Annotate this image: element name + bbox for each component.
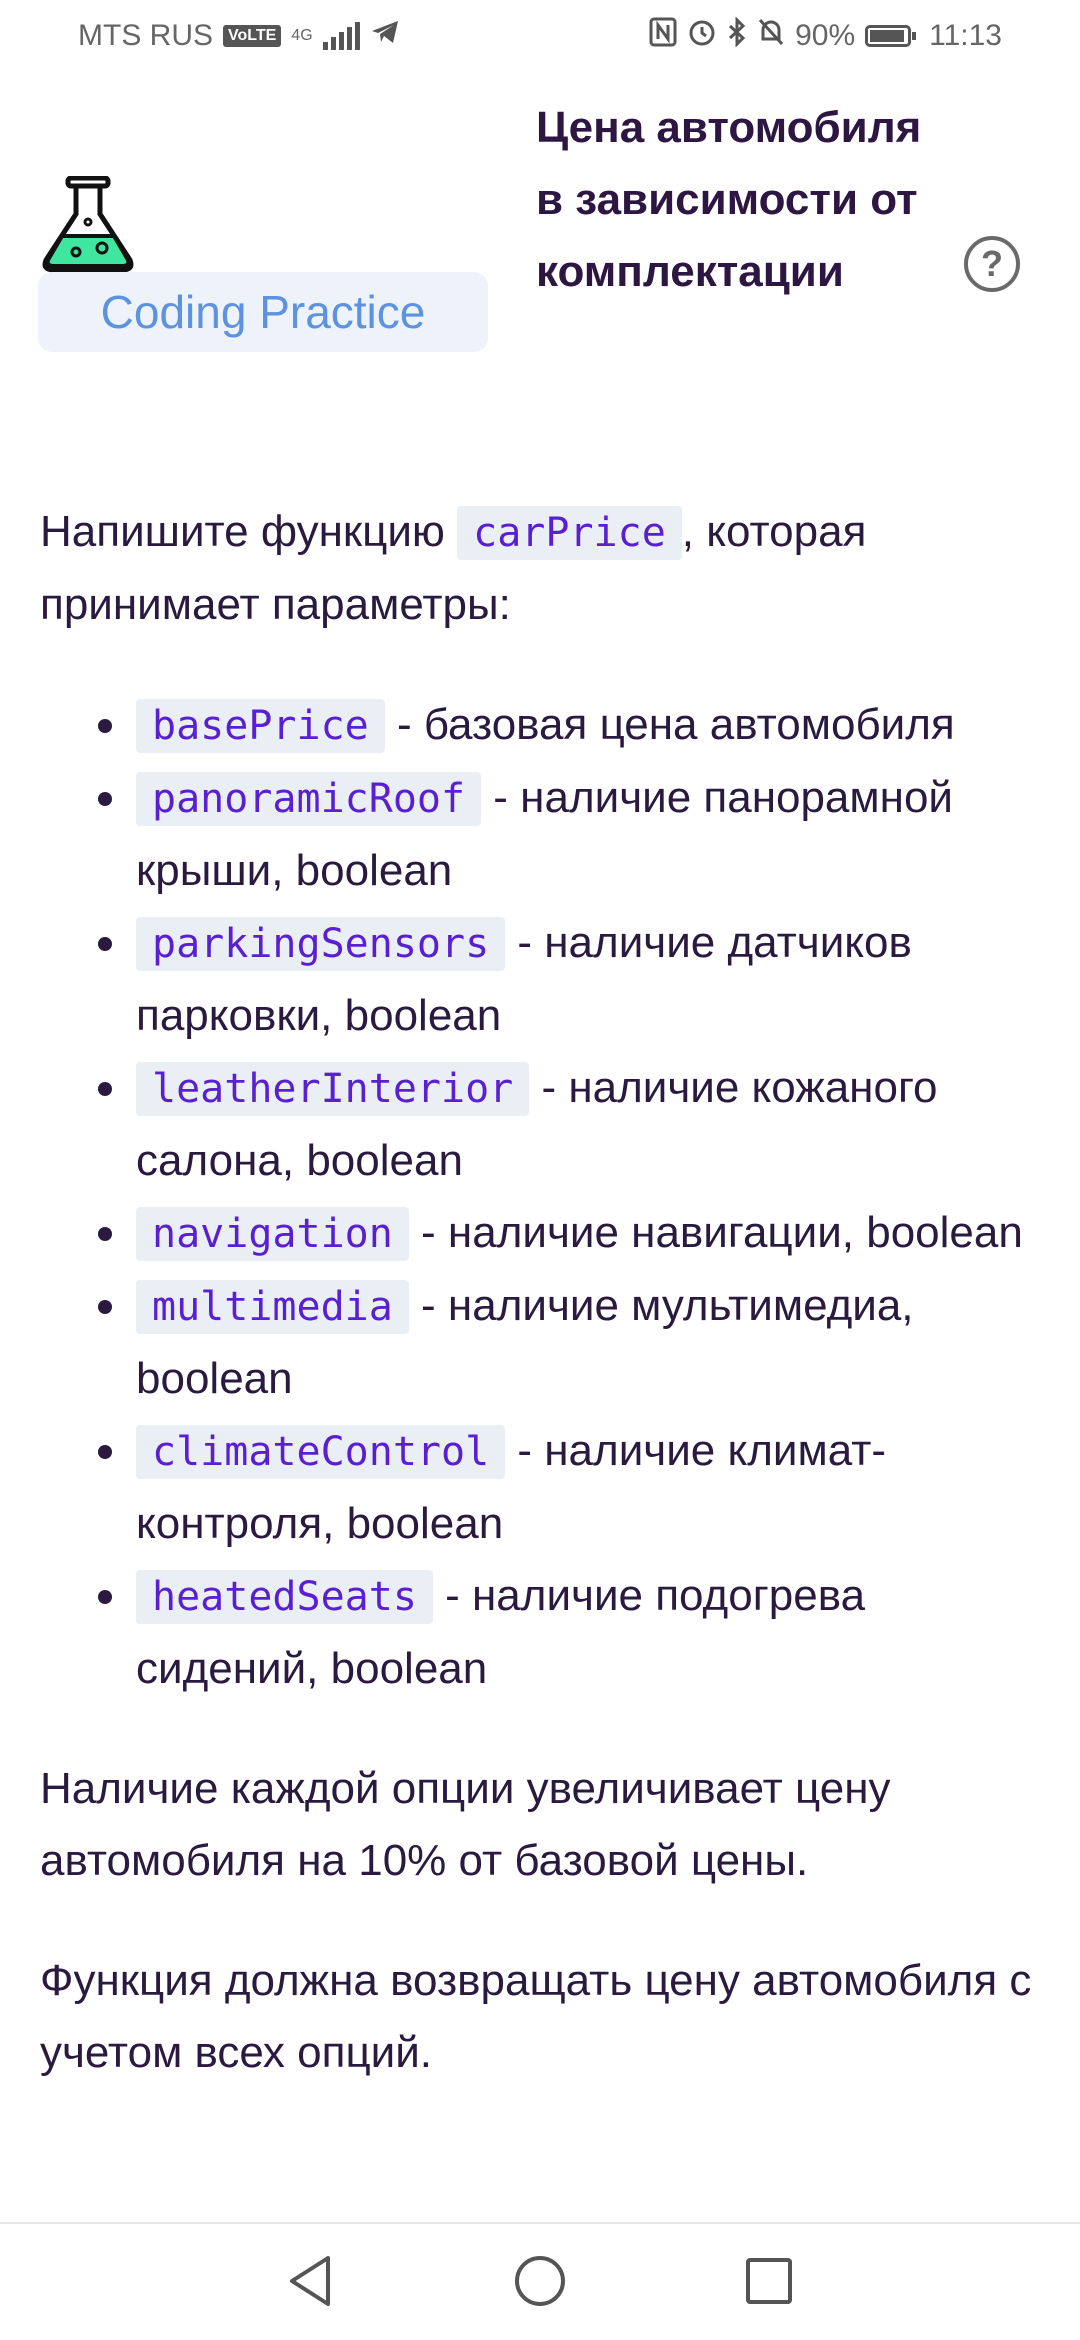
clock: 11:13 [929, 19, 1002, 52]
home-button[interactable] [505, 2246, 575, 2316]
help-button[interactable]: ? [964, 236, 1020, 292]
list-item: panoramicRoof - наличие панорамной крыши… [98, 762, 1040, 907]
list-item: multimedia - наличие мультимедиа, boolea… [98, 1270, 1040, 1415]
list-item: navigation - наличие навигации, boolean [98, 1197, 1040, 1270]
bluetooth-icon [727, 16, 747, 55]
param-code: parkingSensors [136, 917, 506, 971]
param-code: heatedSeats [136, 1570, 433, 1624]
signal-icon [322, 22, 360, 50]
function-name-code: carPrice [457, 506, 682, 560]
list-item: parkingSensors - наличие датчиков парков… [98, 907, 1040, 1052]
carrier-name: MTS RUS [78, 19, 213, 52]
battery-percent: 90% [795, 19, 856, 52]
param-code: multimedia [136, 1280, 409, 1334]
list-item: heatedSeats - наличие подогрева сидений,… [98, 1560, 1040, 1705]
list-item: leatherInterior - наличие кожаного салон… [98, 1052, 1040, 1197]
status-right: 90% 11:13 [649, 16, 1002, 55]
status-bar: MTS RUS VoLTE 4G 90% 11:13 [0, 0, 1080, 72]
nfc-icon [649, 17, 677, 55]
list-item: climateControl - наличие климат-контроля… [98, 1415, 1040, 1560]
back-triangle-icon [290, 2256, 330, 2306]
option-price-paragraph: Наличие каждой опции увеличивает цену ав… [40, 1764, 891, 1885]
mute-icon [757, 17, 785, 55]
home-circle-icon [515, 2256, 565, 2306]
param-code: navigation [136, 1207, 409, 1261]
param-code: panoramicRoof [136, 772, 482, 826]
telegram-icon [370, 19, 400, 53]
volte-badge: VoLTE [223, 25, 282, 47]
flask-icon [38, 175, 138, 281]
category-badge: Coding Practice [38, 272, 488, 352]
param-code: climateControl [136, 1425, 506, 1479]
battery-icon [865, 25, 917, 47]
param-code: basePrice [136, 699, 385, 753]
status-left: MTS RUS VoLTE 4G [78, 19, 400, 53]
recents-square-icon [746, 2258, 792, 2304]
param-code: leatherInterior [136, 1062, 530, 1116]
param-description: - наличие навигации, boolean [408, 1208, 1023, 1257]
alarm-icon [687, 17, 717, 55]
intro-text: Напишите функцию [40, 507, 458, 556]
params-list: basePrice - базовая цена автомобиля pano… [40, 689, 1040, 1705]
recents-button[interactable] [734, 2246, 804, 2316]
list-item: basePrice - базовая цена автомобиля [98, 689, 1040, 762]
exercise-header: Coding Practice Цена автомобиля в зависи… [0, 72, 1080, 452]
intro-paragraph: Напишите функцию carPrice, которая прини… [40, 496, 1040, 641]
back-button[interactable] [276, 2246, 346, 2316]
system-nav-bar [0, 2222, 1080, 2340]
network-type: 4G [291, 27, 313, 44]
param-description: - базовая цена автомобиля [384, 700, 955, 749]
page-title: Цена автомобиля в зависимости от комплек… [536, 103, 922, 296]
task-description: Напишите функцию carPrice, которая прини… [40, 496, 1040, 2089]
return-value-paragraph: Функция должна возвращать цену автомобил… [40, 1956, 1032, 2077]
